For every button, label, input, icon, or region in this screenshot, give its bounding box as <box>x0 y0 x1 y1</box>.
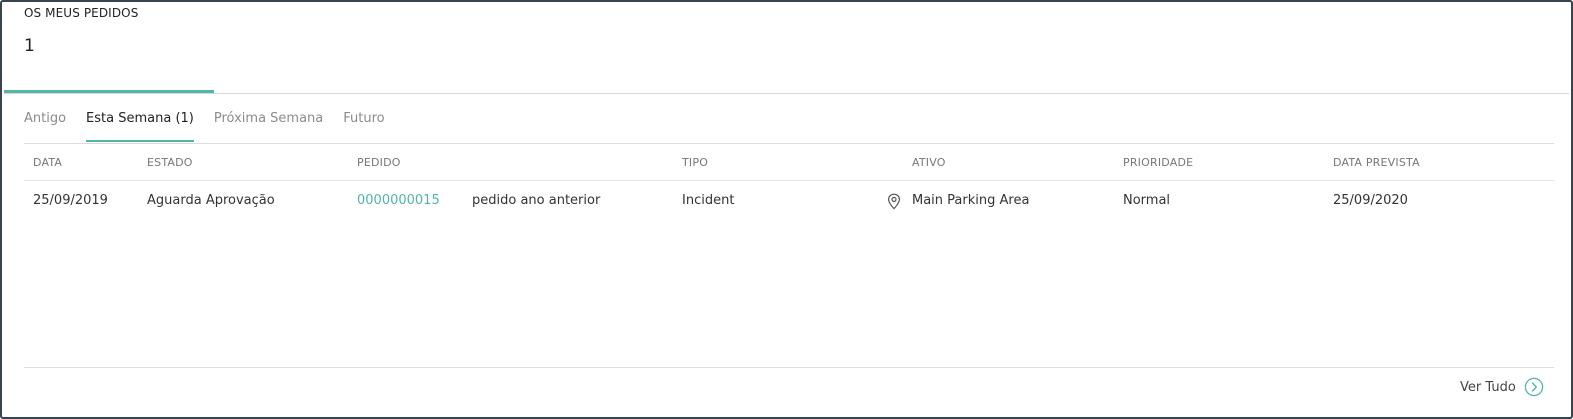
column-header-type: TIPO <box>682 156 709 169</box>
column-header-due-date: DATA PREVISTA <box>1333 156 1420 169</box>
column-header-date: DATA <box>33 156 63 169</box>
tab-esta-semana[interactable]: Esta Semana (1) <box>86 110 194 142</box>
my-requests-widget: OS MEUS PEDIDOS 1 Antigo Esta Semana (1)… <box>0 0 1573 419</box>
divider <box>24 367 1554 368</box>
column-header-priority: PRIORIDADE <box>1123 156 1194 169</box>
period-tabs: Antigo Esta Semana (1) Próxima Semana Fu… <box>24 110 405 144</box>
divider <box>24 180 1554 181</box>
table-row[interactable]: 25/09/2019 Aguarda Aprovação 0000000015 … <box>2 182 1573 220</box>
request-id-link[interactable]: 0000000015 <box>357 193 440 208</box>
divider <box>4 93 1569 94</box>
row-date: 25/09/2019 <box>33 193 108 208</box>
row-type: Incident <box>682 193 735 208</box>
widget-title: OS MEUS PEDIDOS <box>24 6 139 20</box>
tab-futuro[interactable]: Futuro <box>343 110 384 142</box>
chevron-right-circle-icon <box>1524 377 1544 397</box>
tab-antigo[interactable]: Antigo <box>24 110 66 142</box>
column-header-request: PEDIDO <box>357 156 401 169</box>
row-priority: Normal <box>1123 193 1171 208</box>
tab-proxima-semana[interactable]: Próxima Semana <box>214 110 323 142</box>
view-all-label: Ver Tudo <box>1460 379 1516 395</box>
row-description: pedido ano anterior <box>472 193 601 208</box>
location-pin-icon <box>887 193 901 210</box>
row-due-date: 25/09/2020 <box>1333 193 1408 208</box>
row-status: Aguarda Aprovação <box>147 193 275 208</box>
column-header-status: ESTADO <box>147 156 193 169</box>
view-all-link[interactable]: Ver Tudo <box>1460 376 1544 398</box>
row-asset: Main Parking Area <box>912 193 1030 208</box>
column-header-asset: ATIVO <box>912 156 946 169</box>
divider <box>24 143 1554 144</box>
request-count: 1 <box>24 36 35 56</box>
